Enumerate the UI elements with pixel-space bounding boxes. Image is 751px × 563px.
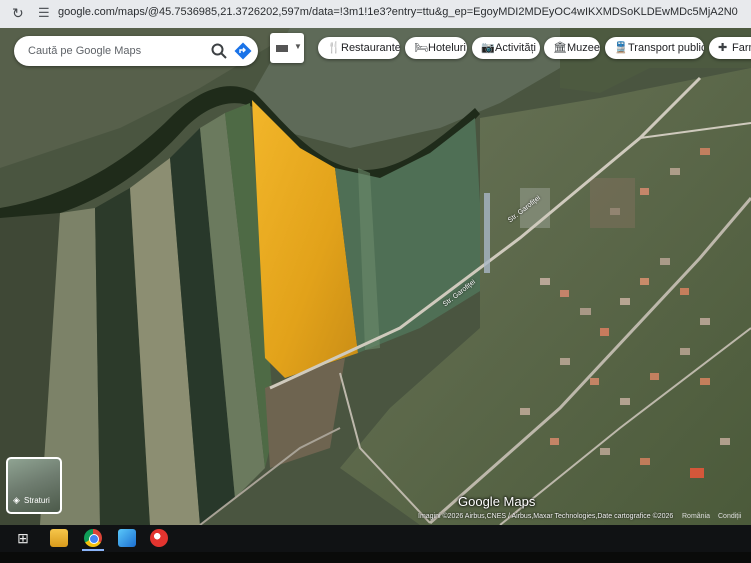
photographed-screen: ↻ ☰ google.com/maps/@45.7536985,21.37262… (0, 0, 751, 563)
chip-restaurante[interactable]: 🍴 Restaurante (318, 37, 400, 59)
layers-button[interactable]: ◈ Straturi (6, 457, 62, 514)
app-icon[interactable] (118, 529, 136, 547)
chip-label: Hoteluri (428, 42, 466, 54)
chip-label: Farmacii (732, 42, 751, 54)
chip-label: Restaurante (341, 42, 400, 54)
chip-transport-public[interactable]: 🚆 Transport public (605, 37, 704, 59)
map-type-icon (276, 45, 288, 52)
task-view-icon[interactable]: ⊞ (14, 529, 32, 547)
layers-icon: ◈ (13, 495, 20, 505)
layers-label: Straturi (24, 496, 50, 505)
chrome-icon[interactable] (84, 529, 102, 547)
search-box[interactable] (14, 36, 258, 66)
map-type-button[interactable]: ▼ (270, 33, 304, 63)
camera-icon: 📷 (481, 42, 495, 54)
chevron-down-icon: ▼ (294, 42, 302, 51)
reload-icon[interactable]: ↻ (12, 5, 24, 22)
google-maps-logo: Google Maps (458, 494, 536, 509)
chip-muzee[interactable]: 🏛 Muzee (544, 37, 600, 59)
chip-farmacii[interactable]: ✚ Farmacii (709, 37, 751, 59)
search-input[interactable] (28, 36, 198, 66)
chip-label: Transport public (628, 42, 704, 54)
country-link[interactable]: România (682, 513, 710, 520)
url-field[interactable]: google.com/maps/@45.7536985,21.3726202,5… (58, 6, 738, 22)
satellite-imagery (0, 28, 751, 525)
directions-icon[interactable] (234, 42, 252, 60)
browser-address-bar: ↻ ☰ google.com/maps/@45.7536985,21.37262… (0, 0, 751, 29)
file-explorer-icon[interactable] (50, 529, 68, 547)
chip-activitati[interactable]: 📷 Activități (472, 37, 540, 59)
active-app-indicator (82, 549, 104, 551)
imagery-attribution: Imagini ©2026 Airbus,CNES / Airbus,Maxar… (418, 513, 674, 520)
app-icon-red[interactable] (150, 529, 168, 547)
chip-hoteluri[interactable]: 🛏 Hoteluri (405, 37, 467, 59)
restaurant-icon: 🍴 (327, 42, 341, 54)
terms-link[interactable]: Condiții (718, 513, 741, 520)
train-icon: 🚆 (614, 42, 628, 54)
hotel-icon: 🛏 (414, 42, 428, 54)
taskbar: ⊞ (0, 525, 751, 552)
chip-label: Muzee (567, 42, 600, 54)
pharmacy-icon: ✚ (718, 42, 728, 54)
site-settings-icon[interactable]: ☰ (38, 5, 50, 21)
screen-bezel (0, 552, 751, 563)
satellite-map[interactable]: Str. Garofiței Str. Garofiței (0, 28, 751, 525)
chip-label: Activități (495, 42, 536, 54)
search-icon[interactable] (210, 42, 228, 60)
museum-icon: 🏛 (553, 42, 567, 54)
